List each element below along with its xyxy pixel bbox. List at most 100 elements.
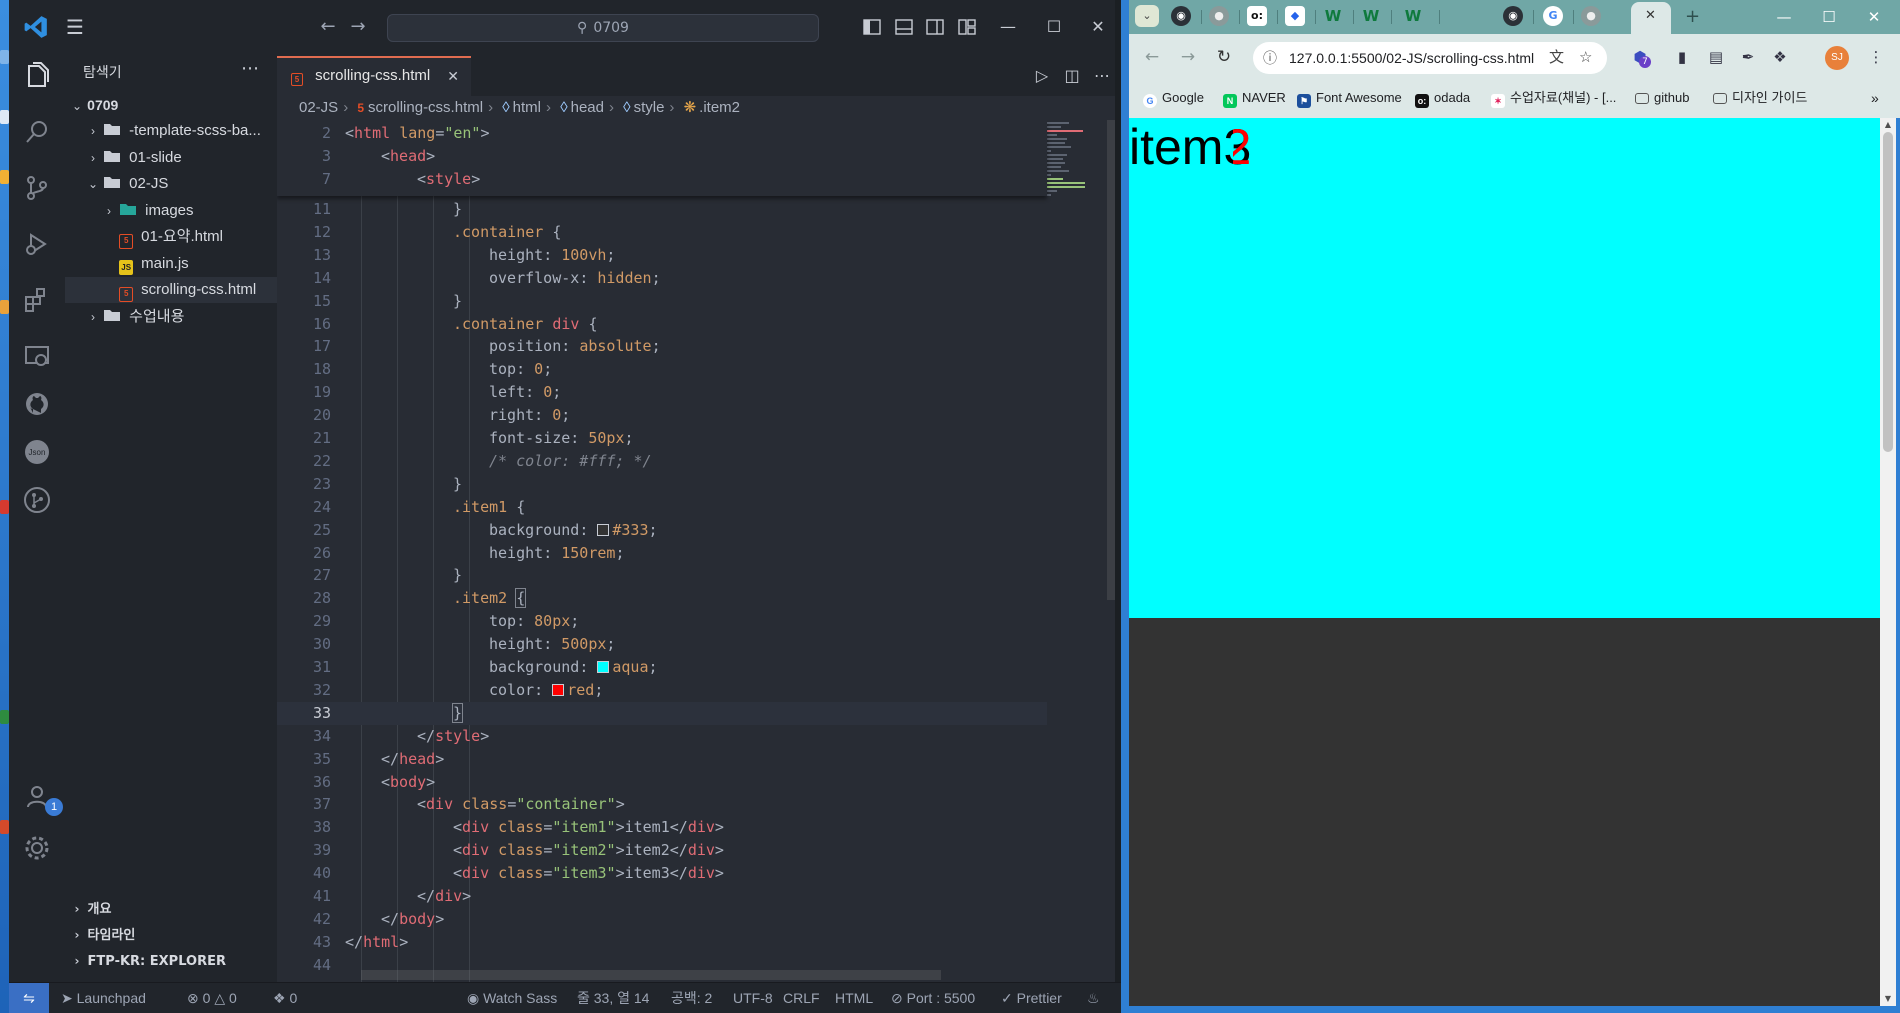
breadcrumb-style[interactable]: style (634, 99, 665, 116)
forward-arrow-icon[interactable]: → (1177, 46, 1199, 68)
scrollbar-thumb[interactable] (1883, 132, 1893, 452)
more-actions-icon[interactable]: ⋯ (1091, 65, 1113, 87)
desktop-shortcut-icon[interactable] (0, 710, 9, 724)
split-editor-icon[interactable]: ◫ (1061, 65, 1083, 87)
github-icon[interactable] (21, 388, 53, 420)
code-line[interactable]: 13 height: 100vh; (277, 244, 1047, 267)
launchpad-item[interactable]: ➤ Launchpad (61, 983, 146, 1013)
run-debug-icon[interactable] (21, 228, 53, 260)
live-server-item[interactable]: ⊘ Port : 5500 (891, 983, 975, 1013)
breadcrumb-html[interactable]: html (513, 99, 541, 116)
desktop-shortcut-icon[interactable] (0, 50, 9, 64)
maximize-icon[interactable]: ☐ (1814, 6, 1844, 28)
ftp-explorer-panel[interactable]: › FTP-KR: EXPLORER (65, 948, 277, 974)
editor-horizontal-scrollbar[interactable] (361, 970, 941, 980)
tree-root-folder[interactable]: ⌄ 0709 (65, 92, 277, 118)
google-tab-icon[interactable]: G (1543, 6, 1563, 26)
profile-avatar[interactable]: SJ (1825, 46, 1849, 70)
globe-tab-icon[interactable]: ● (1581, 6, 1601, 26)
active-browser-tab[interactable]: ✕ (1631, 2, 1671, 34)
tree-item[interactable]: › -template-scss-ba... (65, 118, 277, 144)
language-mode[interactable]: HTML (835, 983, 873, 1013)
github-tab-icon[interactable]: ◉ (1503, 6, 1523, 26)
tree-item[interactable]: JS main.js (65, 251, 277, 277)
desktop-shortcut-icon[interactable] (0, 300, 9, 314)
problems-item[interactable]: ⊗ 0 △ 0 (187, 983, 237, 1013)
translate-icon[interactable]: 文 (1549, 42, 1564, 74)
close-tab-icon[interactable]: ✕ (1645, 8, 1656, 23)
page-vertical-scrollbar[interactable]: ▲ ▼ (1880, 118, 1896, 1006)
bookmark-naver[interactable]: N NAVER (1223, 88, 1286, 108)
odada-tab-icon[interactable]: o: (1247, 6, 1267, 26)
cast-icon[interactable]: ▤ (1705, 46, 1727, 68)
bookmark-class-materials[interactable]: ✶ 수업자료(채널) - [... (1491, 88, 1616, 108)
code-line[interactable]: 42 </body> (277, 908, 1047, 931)
tab-search-icon[interactable]: ⌄ (1135, 5, 1159, 27)
desktop-shortcut-icon[interactable] (0, 500, 9, 514)
code-line[interactable]: 19 left: 0; (277, 381, 1047, 404)
jira-tab-icon[interactable]: ◆ (1285, 6, 1305, 26)
code-line[interactable]: 43 </html> (277, 931, 1047, 954)
customize-layout-icon[interactable] (957, 17, 977, 37)
more-bookmarks-icon[interactable]: » (1871, 88, 1879, 108)
remote-explorer-icon[interactable] (21, 340, 53, 372)
tree-item[interactable]: › images (65, 198, 277, 224)
bookmark-odada[interactable]: o: odada (1415, 88, 1470, 108)
tree-item[interactable]: 5 01-요약.html (65, 224, 277, 250)
code-line[interactable]: 23} (277, 473, 1047, 496)
close-tab-icon[interactable]: ✕ (447, 58, 459, 94)
timeline-panel[interactable]: › 타임라인 (65, 922, 277, 948)
minimap[interactable] (1037, 120, 1107, 200)
code-line[interactable]: 22 /* color: #fff; */ (277, 450, 1047, 473)
breadcrumb-selector[interactable]: .item2 (699, 99, 740, 116)
bookmark-google[interactable]: G Google (1143, 88, 1204, 108)
bookmark-github-folder[interactable]: github (1635, 88, 1689, 108)
extensions-icon[interactable] (21, 284, 53, 316)
code-line[interactable]: 20 right: 0; (277, 404, 1047, 427)
globe-tab-icon[interactable]: ● (1209, 6, 1229, 26)
forward-arrow-icon[interactable]: → (347, 16, 369, 38)
code-line[interactable]: 35 </head> (277, 748, 1047, 771)
tree-item[interactable]: ⌄ 02-JS (65, 171, 277, 197)
code-line[interactable]: 41 </div> (277, 885, 1047, 908)
code-line[interactable]: 21 font-size: 50px; (277, 427, 1047, 450)
code-line[interactable]: 28 .item2 { (277, 587, 1047, 610)
notifications-bell-icon[interactable]: ♨ (1087, 983, 1100, 1013)
code-editor[interactable]: 2 <html lang="en"> 3 <head> 7 <style> 11} 12 .c… (277, 120, 1121, 982)
back-arrow-icon[interactable]: ← (317, 16, 339, 38)
breadcrumb-head[interactable]: head (571, 99, 604, 116)
scroll-down-arrow-icon[interactable]: ▼ (1883, 994, 1893, 1004)
code-line[interactable]: 15} (277, 290, 1047, 313)
tree-item[interactable]: 5 scrolling-css.html (65, 277, 277, 303)
toggle-primary-sidebar-icon[interactable] (862, 17, 882, 37)
hamburger-menu-icon[interactable]: ☰ (63, 16, 87, 38)
bookmark-star-icon[interactable]: ☆ (1579, 42, 1592, 74)
minimize-icon[interactable]: — (1769, 6, 1799, 28)
browser-menu-icon[interactable]: ⋮ (1865, 46, 1887, 68)
tab-scrolling-css-html[interactable]: 5 scrolling-css.html ✕ (277, 56, 471, 96)
watch-sass-item[interactable]: ◉ Watch Sass (467, 983, 557, 1013)
w-tab-icon[interactable]: W (1361, 6, 1381, 26)
encoding[interactable]: UTF-8 (733, 983, 773, 1013)
source-control-icon[interactable] (21, 172, 53, 204)
remote-indicator-icon[interactable]: ⇋ (9, 983, 49, 1013)
code-line[interactable]: 32 color: red; (277, 679, 1047, 702)
settings-gear-icon[interactable] (21, 832, 53, 864)
json-icon[interactable]: Json (21, 436, 53, 468)
code-line[interactable]: 38 <div class="item1">item1</div> (277, 816, 1047, 839)
tree-item[interactable]: › 수업내용 (65, 304, 277, 330)
desktop-shortcut-icon[interactable] (0, 110, 9, 124)
code-line[interactable]: 27} (277, 564, 1047, 587)
sticky-code-line[interactable]: 7 <style> (277, 168, 1047, 191)
sticky-code-line[interactable]: 2 <html lang="en"> (277, 122, 1047, 145)
tree-item[interactable]: › 01-slide (65, 145, 277, 171)
extension-shield-icon[interactable]: ⬢7 (1629, 46, 1651, 68)
maximize-icon[interactable]: ☐ (1039, 14, 1069, 40)
breadcrumb-folder[interactable]: 02-JS (299, 99, 338, 116)
code-line[interactable]: 39 <div class="item2">item2</div> (277, 839, 1047, 862)
close-icon[interactable]: ✕ (1859, 6, 1889, 28)
w-tab-icon[interactable]: W (1403, 6, 1423, 26)
code-line[interactable]: 30 height: 500px; (277, 633, 1047, 656)
sidepanel-icon[interactable]: ▮ (1671, 46, 1693, 68)
w-tab-icon[interactable]: W (1323, 6, 1343, 26)
